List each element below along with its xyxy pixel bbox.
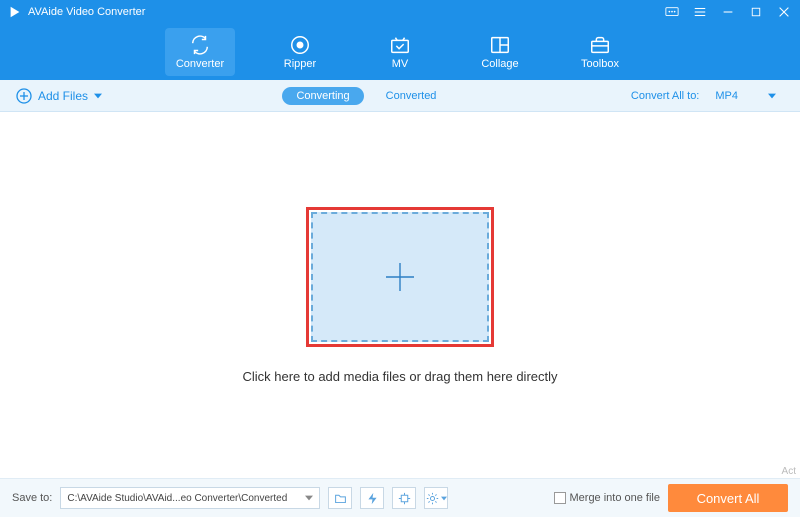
plus-icon	[380, 257, 420, 297]
chevron-down-icon	[441, 496, 447, 501]
add-files-button[interactable]: Add Files	[16, 88, 102, 104]
toolbar: Add Files Converting Converted Convert A…	[0, 80, 800, 112]
format-value: MP4	[715, 90, 738, 102]
nav-label: MV	[392, 58, 409, 70]
plus-circle-icon	[16, 88, 32, 104]
chevron-down-icon	[305, 495, 313, 501]
mv-icon	[389, 34, 411, 56]
converter-icon	[189, 34, 211, 56]
gpu-button[interactable]	[392, 487, 416, 509]
app-logo-icon	[8, 5, 22, 19]
nav-ripper[interactable]: Ripper	[265, 28, 335, 76]
collage-icon	[489, 34, 511, 56]
ripper-icon	[289, 34, 311, 56]
nav-label: Ripper	[284, 58, 316, 70]
drop-zone-highlight	[306, 207, 494, 347]
save-path-select[interactable]: C:\AVAide Studio\AVAid...eo Converter\Co…	[60, 487, 320, 509]
bolt-icon	[366, 492, 379, 505]
merge-checkbox[interactable]: Merge into one file	[554, 492, 661, 504]
menu-icon[interactable]	[692, 4, 708, 20]
folder-icon	[334, 492, 347, 505]
close-icon[interactable]	[776, 4, 792, 20]
chevron-down-icon	[768, 93, 776, 99]
feedback-icon[interactable]	[664, 4, 680, 20]
add-files-label: Add Files	[38, 89, 88, 103]
watermark-text: Act	[782, 466, 796, 477]
main-area: Click here to add media files or drag th…	[0, 112, 800, 478]
maximize-icon[interactable]	[748, 4, 764, 20]
convert-button-label: Convert All	[697, 491, 760, 506]
titlebar: AVAide Video Converter	[0, 0, 800, 24]
tab-converting[interactable]: Converting	[282, 87, 363, 105]
checkbox-box	[554, 492, 566, 504]
main-navbar: Converter Ripper MV Collage Toolbox	[0, 24, 800, 80]
nav-label: Collage	[481, 58, 518, 70]
drop-hint-text: Click here to add media files or drag th…	[242, 369, 557, 384]
minimize-icon[interactable]	[720, 4, 736, 20]
chevron-down-icon	[94, 93, 102, 99]
settings-button[interactable]	[424, 487, 448, 509]
format-select[interactable]: MP4	[707, 88, 784, 104]
nav-collage[interactable]: Collage	[465, 28, 535, 76]
tab-converted[interactable]: Converted	[372, 87, 451, 105]
merge-label: Merge into one file	[570, 492, 661, 504]
nav-toolbox[interactable]: Toolbox	[565, 28, 635, 76]
nav-label: Converter	[176, 58, 224, 70]
nav-converter[interactable]: Converter	[165, 28, 235, 76]
gear-icon	[426, 492, 439, 505]
toolbox-icon	[589, 34, 611, 56]
app-title: AVAide Video Converter	[28, 6, 145, 18]
save-to-label: Save to:	[12, 492, 52, 504]
footer: Save to: C:\AVAide Studio\AVAid...eo Con…	[0, 478, 800, 517]
window-controls	[664, 4, 792, 20]
nav-mv[interactable]: MV	[365, 28, 435, 76]
open-folder-button[interactable]	[328, 487, 352, 509]
drop-zone[interactable]	[311, 212, 489, 342]
hw-accel-button[interactable]	[360, 487, 384, 509]
convert-all-button[interactable]: Convert All	[668, 484, 788, 512]
convert-all-to-label: Convert All to:	[631, 90, 699, 102]
chip-icon	[398, 492, 411, 505]
convert-all-to-section: Convert All to: MP4	[631, 88, 784, 104]
nav-label: Toolbox	[581, 58, 619, 70]
save-path-value: C:\AVAide Studio\AVAid...eo Converter\Co…	[67, 493, 301, 504]
